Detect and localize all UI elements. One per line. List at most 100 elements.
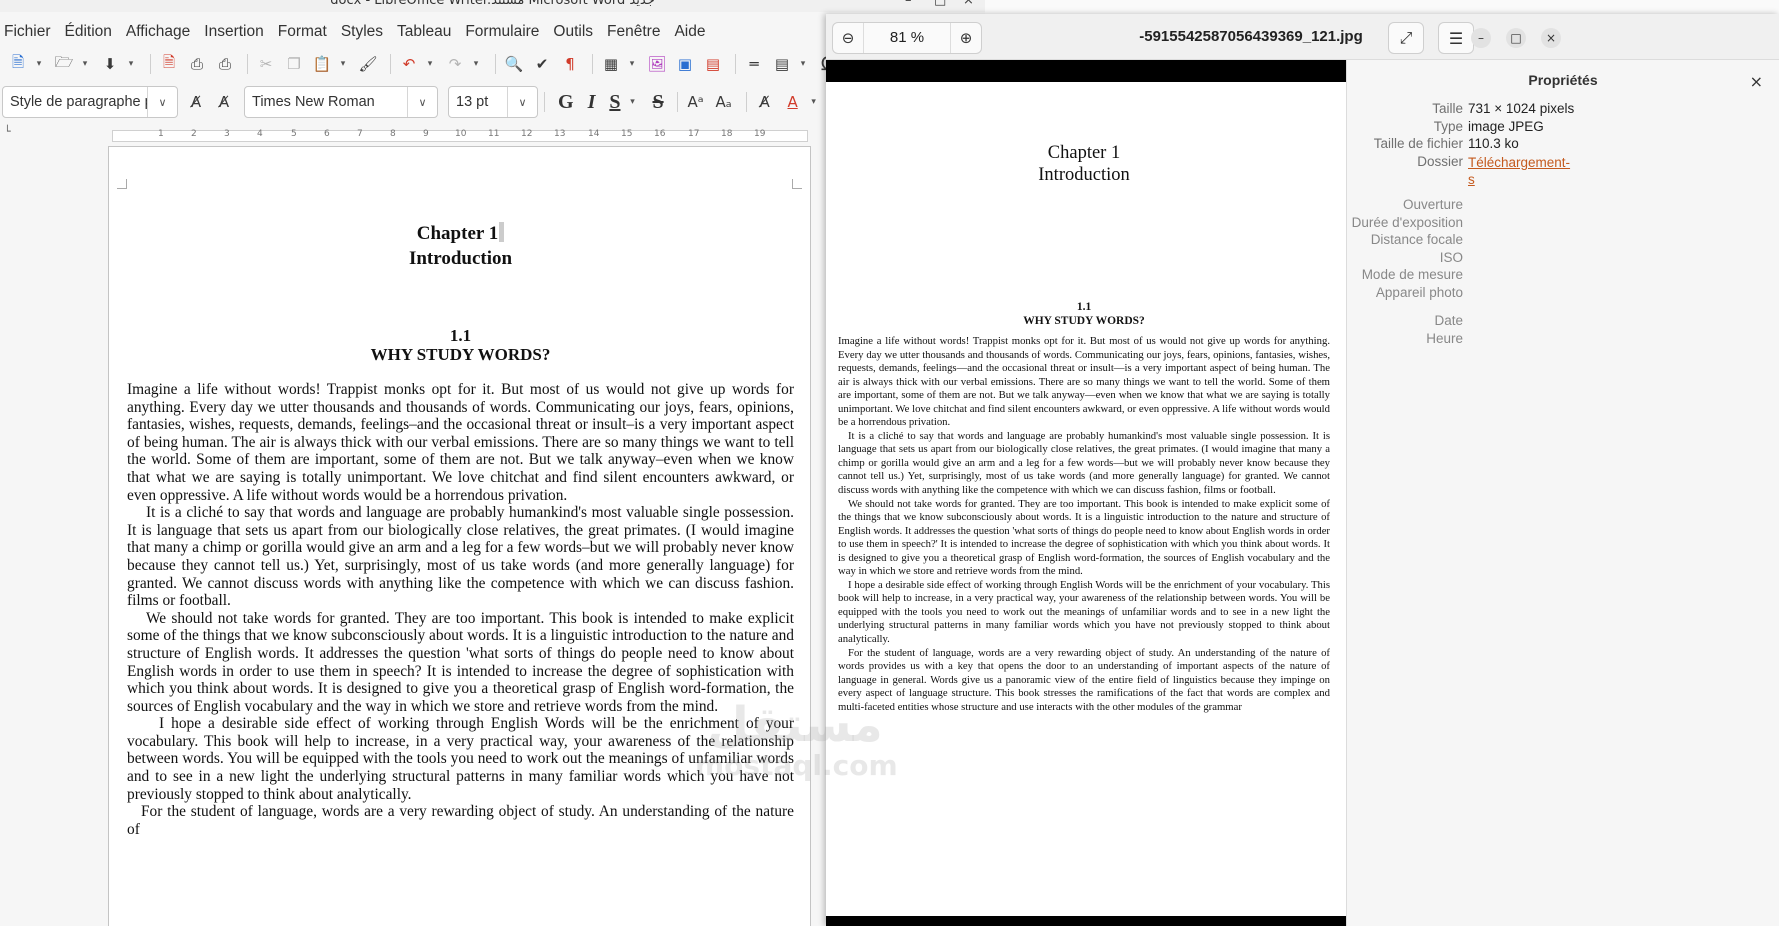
menu-insertion[interactable]: Insertion <box>204 23 263 41</box>
undo-dropdown-icon[interactable]: ▾ <box>425 52 435 76</box>
underline-dropdown-icon[interactable]: ▾ <box>627 90 637 114</box>
menu-edition[interactable]: Édition <box>65 23 112 41</box>
close-icon[interactable]: × <box>1541 28 1561 48</box>
print-preview-icon[interactable]: ⎙ <box>213 52 237 76</box>
insert-image-icon[interactable]: 🖼 <box>645 52 669 76</box>
properties-title: Propriétés <box>1528 72 1598 88</box>
paragraph-style-combo[interactable]: Style de paragraphe pa ∨ <box>2 86 178 118</box>
new-document-icon[interactable]: 🗎 <box>6 52 30 76</box>
margin-corner <box>117 179 127 189</box>
ruler-number: 19 <box>754 129 766 139</box>
zoom-out-icon[interactable]: ⊖ <box>833 29 863 47</box>
open-folder-icon[interactable]: 🗁 <box>52 52 76 76</box>
font-color-dropdown-icon[interactable]: ▾ <box>809 90 819 114</box>
copy-icon[interactable]: ❐ <box>282 52 306 76</box>
italic-button[interactable]: I <box>588 91 596 114</box>
save-dropdown-icon[interactable]: ▾ <box>126 52 136 76</box>
body-paragraph: For the student of language, words are a… <box>127 803 794 838</box>
close-icon[interactable]: × <box>963 0 974 8</box>
undo-icon[interactable]: ↶ <box>397 52 421 76</box>
minimize-icon[interactable]: – <box>905 0 912 8</box>
formatting-marks-icon[interactable]: ¶ <box>558 52 582 76</box>
ruler-number: 6 <box>324 129 330 139</box>
menu-styles[interactable]: Styles <box>341 23 383 41</box>
strikethrough-button[interactable]: S <box>652 91 663 114</box>
insert-field-icon[interactable]: ▤ <box>770 52 794 76</box>
bold-button[interactable]: G <box>558 91 574 114</box>
property-key: Durée d'exposition <box>1351 215 1463 230</box>
minimize-icon[interactable]: – <box>1471 28 1491 48</box>
print-icon[interactable]: ⎙ <box>185 52 209 76</box>
menu-fenetre[interactable]: Fenêtre <box>607 23 660 41</box>
close-icon[interactable]: × <box>1750 72 1763 91</box>
property-key: Date <box>1434 313 1463 328</box>
menu-aide[interactable]: Aide <box>674 23 705 41</box>
document-page[interactable]: Chapter 1 Introduction 1.1 WHY STUDY WOR… <box>108 146 811 926</box>
subscript-icon[interactable]: Aₐ <box>712 90 736 114</box>
menu-format[interactable]: Format <box>278 23 327 41</box>
update-style-icon[interactable]: A̸ <box>184 90 208 114</box>
new-dropdown-icon[interactable]: ▾ <box>34 52 44 76</box>
toolbar-separator <box>676 92 678 112</box>
ruler-number: 16 <box>654 129 666 139</box>
chevron-down-icon[interactable]: ∨ <box>407 87 437 117</box>
font-size-combo[interactable]: 13 pt ∨ <box>448 86 538 118</box>
document-content[interactable]: Chapter 1 Introduction 1.1 WHY STUDY WOR… <box>127 221 794 838</box>
ruler-number: 1 <box>158 129 164 139</box>
chevron-down-icon[interactable]: ∨ <box>147 87 177 117</box>
desktop: docx - LibreOffice Writer.مستند Microsof… <box>0 0 1779 926</box>
folder-link[interactable]: Téléchargement-s <box>1468 154 1570 188</box>
find-replace-icon[interactable]: 🔍 <box>502 52 526 76</box>
underline-button[interactable]: S <box>609 91 620 114</box>
paste-icon[interactable]: 📋 <box>310 52 334 76</box>
hamburger-menu-icon[interactable]: ☰ <box>1438 22 1474 54</box>
chevron-down-icon[interactable]: ∨ <box>507 87 537 117</box>
export-pdf-icon[interactable]: 🗎 <box>157 52 181 76</box>
spelling-icon[interactable]: ✔ <box>530 52 554 76</box>
menu-affichage[interactable]: Affichage <box>126 23 190 41</box>
toolbar-separator <box>495 54 496 74</box>
menu-outils[interactable]: Outils <box>553 23 593 41</box>
font-size-value: 13 pt <box>456 94 489 110</box>
toolbar-separator <box>735 54 736 74</box>
maximize-icon[interactable]: □ <box>1506 28 1526 48</box>
redo-icon[interactable]: ↷ <box>443 52 467 76</box>
menu-fichier[interactable]: Fichier <box>4 23 51 41</box>
body-paragraph: Imagine a life without words! Trappist m… <box>127 381 794 504</box>
tab-stop-icon[interactable]: └ <box>4 125 11 138</box>
font-name-combo[interactable]: Times New Roman ∨ <box>244 86 438 118</box>
clear-formatting-icon[interactable]: A̸ <box>753 90 777 114</box>
zoom-level[interactable]: 81 % <box>863 23 951 53</box>
field-dropdown-icon[interactable]: ▾ <box>798 52 808 76</box>
zoom-control: ⊖ 81 % ⊕ <box>832 22 982 54</box>
maximize-icon[interactable]: □ <box>934 0 946 8</box>
table-dropdown-icon[interactable]: ▾ <box>627 52 637 76</box>
zoom-in-icon[interactable]: ⊕ <box>951 29 981 47</box>
ruler-number: 13 <box>554 129 566 139</box>
fullscreen-icon[interactable]: ⤢ <box>1388 22 1424 54</box>
cut-icon[interactable]: ✂ <box>254 52 278 76</box>
ruler-number: 5 <box>291 129 297 139</box>
font-name-value: Times New Roman <box>252 94 375 110</box>
insert-chart-icon[interactable]: ▣ <box>673 52 697 76</box>
chapter-heading: Chapter 1 <box>127 221 794 246</box>
font-color-icon[interactable]: A <box>781 90 805 114</box>
insert-table-icon[interactable]: ▦ <box>599 52 623 76</box>
open-dropdown-icon[interactable]: ▾ <box>80 52 90 76</box>
clone-formatting-icon[interactable]: 🖌 <box>356 52 380 76</box>
properties-panel: Propriétés × Taille 731 × 1024 pixels Ty… <box>1346 60 1779 926</box>
image-canvas[interactable]: Chapter 1 Introduction 1.1 WHY STUDY WOR… <box>826 60 1346 926</box>
image-paragraph: We should not take words for granted. Th… <box>838 497 1330 578</box>
section-title: WHY STUDY WORDS? <box>370 345 551 364</box>
paste-dropdown-icon[interactable]: ▾ <box>338 52 348 76</box>
document-area[interactable]: Chapter 1 Introduction 1.1 WHY STUDY WOR… <box>0 146 825 926</box>
property-key: Taille <box>1432 101 1463 116</box>
redo-dropdown-icon[interactable]: ▾ <box>471 52 481 76</box>
menu-tableau[interactable]: Tableau <box>397 23 451 41</box>
superscript-icon[interactable]: Aᵃ <box>684 90 708 114</box>
insert-textbox-icon[interactable]: ▤ <box>701 52 725 76</box>
menu-formulaire[interactable]: Formulaire <box>465 23 539 41</box>
save-icon[interactable]: ⬇ <box>98 52 122 76</box>
page-break-icon[interactable]: ═ <box>742 52 766 76</box>
new-style-icon[interactable]: A̸ <box>212 90 236 114</box>
